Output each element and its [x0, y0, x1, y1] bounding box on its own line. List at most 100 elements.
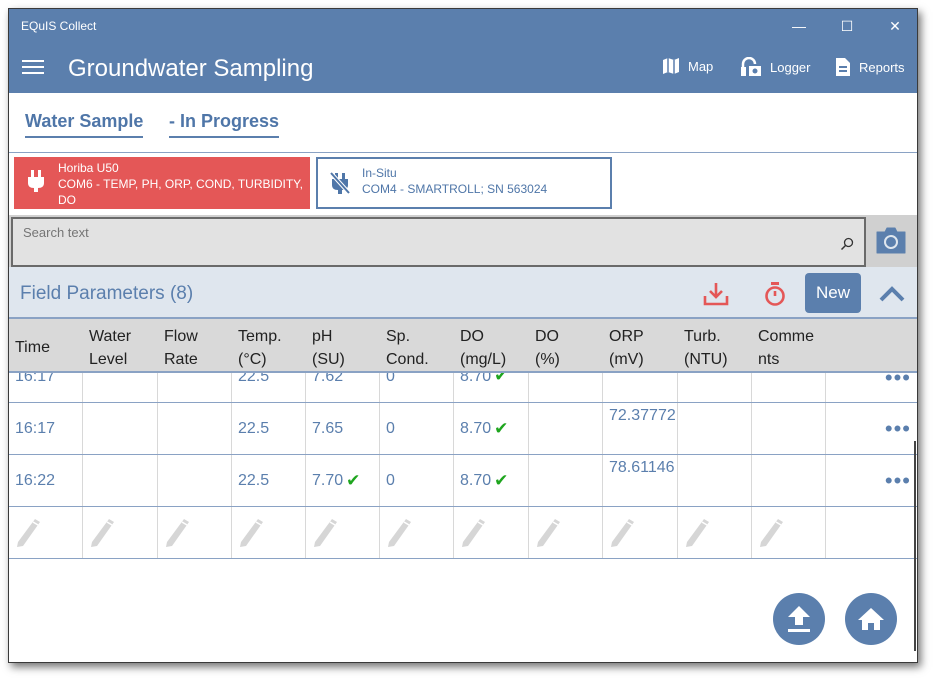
- cell-do-mgl[interactable]: 8.70 ✔: [454, 373, 529, 402]
- cell-orp[interactable]: 78.6114 6: [603, 455, 678, 506]
- cell-ph[interactable]: 7.70 ✔: [306, 455, 380, 506]
- timer-button[interactable]: [760, 277, 790, 311]
- cell-water-level[interactable]: [83, 403, 158, 454]
- pencil-icon: [462, 518, 485, 547]
- edit-cell-do-mgl[interactable]: [454, 507, 529, 558]
- cell-do-pct[interactable]: [529, 403, 603, 454]
- minimize-button[interactable]: —: [779, 15, 819, 37]
- cell-water-level[interactable]: [83, 373, 158, 402]
- logger-icon: [741, 57, 761, 76]
- table-row[interactable]: 16:17 22.5 7.62 0 8.70✔ 2 •••: [9, 373, 917, 403]
- logger-button[interactable]: Logger: [740, 57, 810, 77]
- map-label: Map: [688, 58, 714, 74]
- device-insitu[interactable]: In-Situ COM4 - SMARTROLL; SN 563024: [316, 157, 612, 209]
- device-horiba[interactable]: Horiba U50 COM6 - TEMP, PH, ORP, COND, T…: [14, 157, 310, 209]
- cell-ph[interactable]: 7.62: [306, 373, 380, 402]
- cell-do-mgl[interactable]: 8.70 ✔: [454, 455, 529, 506]
- cell-turb[interactable]: [678, 455, 752, 506]
- column-header-line: Cond.: [386, 351, 429, 368]
- cell-ph[interactable]: 7.65: [306, 403, 380, 454]
- camera-icon: [876, 227, 906, 254]
- upload-icon: [788, 606, 810, 632]
- column-header-sp-cond[interactable]: Sp. Cond.: [386, 325, 429, 371]
- row-more-options-button[interactable]: •••: [826, 403, 917, 454]
- column-header-do-mgl[interactable]: DO (mg/L): [460, 325, 506, 371]
- cell-turb[interactable]: [678, 373, 752, 402]
- table-body: 16:1722.57.6208.70✔2•••16:1722.57.6508.7…: [9, 373, 917, 613]
- new-entry-row[interactable]: [9, 507, 917, 559]
- column-header-water-level[interactable]: Water Level: [89, 325, 131, 371]
- cell-comments[interactable]: [752, 373, 826, 402]
- cell-water-level[interactable]: [83, 455, 158, 506]
- cell-value: 0: [386, 471, 395, 489]
- edit-cell-flow-rate[interactable]: [158, 507, 232, 558]
- cell-flow-rate[interactable]: [158, 455, 232, 506]
- search-input[interactable]: [23, 225, 823, 240]
- column-header-turb[interactable]: Turb. (NTU): [684, 325, 728, 371]
- cell-time[interactable]: 16:22: [9, 455, 83, 506]
- reports-button[interactable]: Reports: [835, 57, 905, 77]
- maximize-button[interactable]: ☐: [827, 15, 867, 37]
- cell-flow-rate[interactable]: [158, 373, 232, 402]
- cell-comments[interactable]: [752, 403, 826, 454]
- cell-sp-cond[interactable]: 0: [380, 403, 454, 454]
- home-button[interactable]: [845, 593, 897, 645]
- cell-orp[interactable]: 2: [603, 373, 678, 402]
- edit-cell-water-level[interactable]: [83, 507, 158, 558]
- column-header-do-pct[interactable]: DO (%): [535, 325, 560, 371]
- download-button[interactable]: [701, 277, 731, 311]
- edit-cell-sp-cond[interactable]: [380, 507, 454, 558]
- column-header-orp[interactable]: ORP (mV): [609, 325, 644, 371]
- cell-value: 16:22: [15, 471, 56, 489]
- upload-button[interactable]: [773, 593, 825, 645]
- cell-do-mgl[interactable]: 8.70 ✔: [454, 403, 529, 454]
- cell-do-pct[interactable]: [529, 455, 603, 506]
- cell-time[interactable]: 16:17: [9, 373, 83, 402]
- cell-time[interactable]: 16:17: [9, 403, 83, 454]
- tab-water-sample[interactable]: Water Sample: [25, 111, 144, 138]
- cell-temp[interactable]: 22.5: [232, 403, 306, 454]
- column-header-time[interactable]: Time: [15, 336, 50, 359]
- table-row[interactable]: 16:22 22.5 7.70 ✔ 0 8.70 ✔ 78.6114 6 •••: [9, 455, 917, 507]
- column-header-line: Sp.: [386, 328, 411, 345]
- edit-cell-time[interactable]: [9, 507, 83, 558]
- cell-turb[interactable]: [678, 403, 752, 454]
- cell-flow-rate[interactable]: [158, 403, 232, 454]
- pencil-icon: [611, 518, 634, 547]
- new-button[interactable]: New: [805, 273, 861, 313]
- pencil-icon: [17, 518, 40, 547]
- cell-temp[interactable]: 22.5: [232, 373, 306, 402]
- camera-button[interactable]: [875, 225, 907, 255]
- close-button[interactable]: ✕: [875, 15, 915, 37]
- cell-comments[interactable]: [752, 455, 826, 506]
- cell-orp[interactable]: 72.3777 2: [603, 403, 678, 454]
- edit-cell-temp[interactable]: [232, 507, 306, 558]
- tab-in-progress[interactable]: - In Progress: [169, 111, 280, 138]
- search-box[interactable]: [11, 217, 866, 267]
- column-header-flow-rate[interactable]: Flow Rate: [164, 325, 198, 371]
- map-button[interactable]: Map: [662, 57, 713, 75]
- row-more-options-button[interactable]: •••: [826, 455, 917, 506]
- column-header-ph[interactable]: pH (SU): [312, 325, 345, 371]
- edit-cell-turb[interactable]: [678, 507, 752, 558]
- cell-sp-cond[interactable]: 0: [380, 455, 454, 506]
- cell-value: 8.70: [460, 373, 492, 385]
- column-header-comments[interactable]: Comme nts: [758, 325, 814, 371]
- collapse-button[interactable]: [877, 277, 907, 311]
- hamburger-menu-icon[interactable]: [22, 60, 44, 74]
- device-detail: COM6 - TEMP, PH, ORP, COND, TURBIDITY, D…: [58, 177, 303, 207]
- cell-sp-cond[interactable]: 0: [380, 373, 454, 402]
- field-parameters-table: Time Water Level Flow Rate Temp. (°C) pH (SU) Sp.…: [9, 319, 917, 613]
- edit-cell-orp[interactable]: [603, 507, 678, 558]
- table-row[interactable]: 16:17 22.5 7.65 0 8.70 ✔ 72.3777 2 •••: [9, 403, 917, 455]
- row-more-options-button[interactable]: •••: [826, 373, 917, 402]
- column-header-temp[interactable]: Temp. (°C): [238, 325, 282, 371]
- cell-do-pct[interactable]: [529, 373, 603, 402]
- search-icon[interactable]: [840, 237, 854, 251]
- cell-temp[interactable]: 22.5: [232, 455, 306, 506]
- vertical-scrollbar[interactable]: [914, 441, 916, 651]
- chevron-up-icon: [879, 286, 905, 302]
- edit-cell-do-pct[interactable]: [529, 507, 603, 558]
- edit-cell-ph[interactable]: [306, 507, 380, 558]
- edit-cell-comments[interactable]: [752, 507, 826, 558]
